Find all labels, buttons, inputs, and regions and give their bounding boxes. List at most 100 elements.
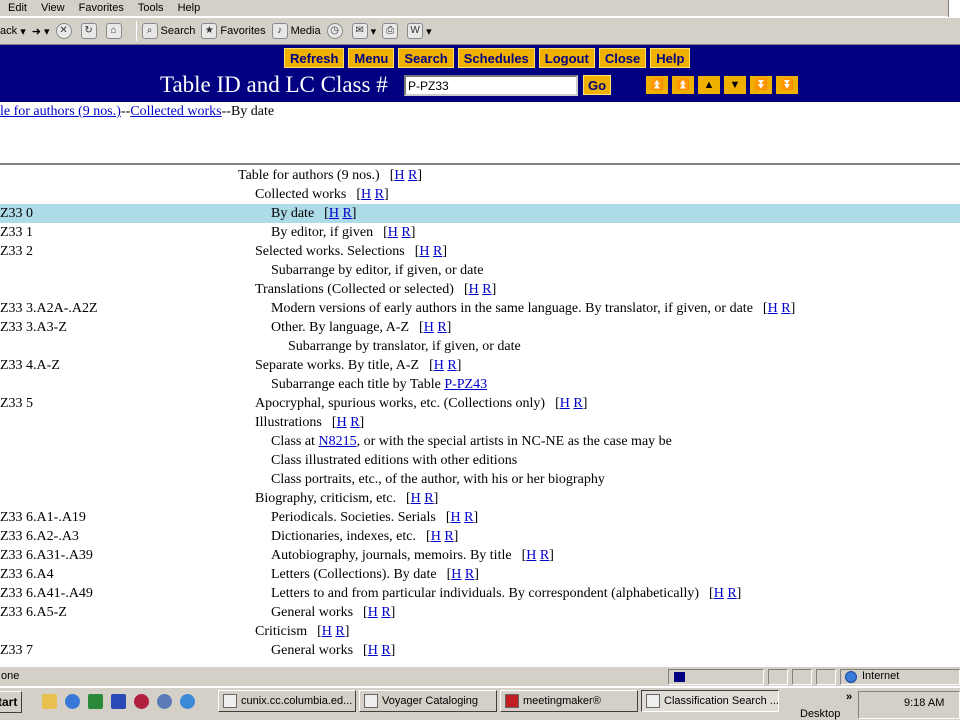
record-link[interactable]: R bbox=[464, 510, 473, 525]
word-icon[interactable] bbox=[111, 694, 126, 709]
back-dropdown-icon[interactable]: ▾ bbox=[20, 25, 26, 38]
menu-help[interactable]: Help bbox=[178, 2, 201, 14]
desktop-toolbar-label[interactable]: Desktop bbox=[800, 708, 840, 720]
menu-view[interactable]: View bbox=[41, 2, 65, 14]
table-row: Z33 6.A5-Z General works [H R] bbox=[0, 603, 960, 622]
hierarchy-link[interactable]: H bbox=[368, 605, 378, 620]
mail-button[interactable]: ✉ ▾ bbox=[351, 23, 377, 39]
record-link[interactable]: R bbox=[727, 586, 736, 601]
menu-nav-button[interactable]: Menu bbox=[348, 48, 395, 68]
table-row: Illustrations [H R] bbox=[0, 413, 960, 432]
page-down-icon[interactable]: ⏬ bbox=[750, 76, 772, 94]
hierarchy-link[interactable]: H bbox=[560, 396, 570, 411]
back-button[interactable]: ack ▾ bbox=[0, 25, 26, 38]
hierarchy-link[interactable]: H bbox=[768, 301, 778, 316]
record-link[interactable]: R bbox=[375, 187, 384, 202]
record-link[interactable]: R bbox=[401, 225, 410, 240]
record-link[interactable]: R bbox=[408, 168, 417, 183]
start-button[interactable]: tart bbox=[0, 691, 22, 713]
search-nav-button[interactable]: Search bbox=[398, 48, 454, 68]
hierarchy-link[interactable]: H bbox=[424, 320, 434, 335]
favorites-button[interactable]: ★ Favorites bbox=[201, 23, 266, 39]
hierarchy-link[interactable]: H bbox=[434, 358, 444, 373]
hierarchy-link[interactable]: H bbox=[714, 586, 724, 601]
logout-nav-button[interactable]: Logout bbox=[538, 48, 595, 68]
hierarchy-link[interactable]: H bbox=[451, 567, 461, 582]
hierarchy-link[interactable]: H bbox=[431, 529, 441, 544]
hierarchy-link[interactable]: H bbox=[337, 415, 347, 430]
hierarchy-link[interactable]: H bbox=[526, 548, 536, 563]
record-link[interactable]: R bbox=[465, 567, 474, 582]
record-link[interactable]: R bbox=[342, 206, 351, 221]
internet-explorer-icon[interactable] bbox=[65, 694, 80, 709]
task-voyager[interactable]: Voyager Cataloging bbox=[359, 690, 497, 712]
line-down-icon[interactable]: ▼ bbox=[724, 76, 746, 94]
hierarchy-link[interactable]: H bbox=[451, 510, 461, 525]
forward-button[interactable]: ➜ ▾ bbox=[32, 25, 50, 38]
toolbar-more-icon[interactable]: » bbox=[846, 691, 852, 703]
menu-edit[interactable]: Edit bbox=[8, 2, 27, 14]
history-button[interactable]: ◷ bbox=[326, 23, 346, 39]
app-icon[interactable] bbox=[134, 694, 149, 709]
go-button[interactable]: Go bbox=[583, 75, 611, 95]
caption-text: Modern versions of early authors in the … bbox=[271, 301, 753, 316]
task-meetingmaker[interactable]: meetingmaker® bbox=[500, 690, 638, 712]
record-link[interactable]: R bbox=[540, 548, 549, 563]
home-button[interactable]: ⌂ bbox=[105, 23, 125, 39]
record-link[interactable]: R bbox=[381, 643, 390, 658]
stop-button[interactable]: ✕ bbox=[55, 23, 75, 39]
app-icon[interactable] bbox=[157, 694, 172, 709]
hierarchy-link[interactable]: H bbox=[388, 225, 398, 240]
record-link[interactable]: R bbox=[482, 282, 491, 297]
hierarchy-link[interactable]: H bbox=[469, 282, 479, 297]
record-link[interactable]: R bbox=[573, 396, 582, 411]
caption-link[interactable]: P-PZ43 bbox=[444, 377, 487, 392]
media-button[interactable]: ♪ Media bbox=[271, 23, 321, 39]
caption-link[interactable]: N8215 bbox=[318, 434, 356, 449]
task-classification-search[interactable]: Classification Search ... bbox=[641, 690, 779, 712]
app-icon[interactable] bbox=[180, 694, 195, 709]
hierarchy-link[interactable]: H bbox=[368, 643, 378, 658]
hierarchy-link[interactable]: H bbox=[394, 168, 404, 183]
hierarchy-link[interactable]: H bbox=[361, 187, 371, 202]
hierarchy-link[interactable]: H bbox=[322, 624, 332, 639]
record-link[interactable]: R bbox=[381, 605, 390, 620]
help-nav-button[interactable]: Help bbox=[650, 48, 691, 68]
menu-tools[interactable]: Tools bbox=[138, 2, 164, 14]
hierarchy-link[interactable]: H bbox=[329, 206, 339, 221]
page-up-icon[interactable]: ⏫ bbox=[672, 76, 694, 94]
breadcrumb-link-collected[interactable]: Collected works bbox=[130, 104, 221, 119]
first-page-icon[interactable]: ⏫ bbox=[646, 76, 668, 94]
internet-zone-icon bbox=[845, 671, 857, 683]
browser-toolbar: ack ▾ ➜ ▾ ✕ ↻ ⌂ ⌕ Search ★ Favorites ♪ Medi… bbox=[0, 17, 960, 45]
task-cunix[interactable]: cunix.cc.columbia.ed... bbox=[218, 690, 356, 712]
search-button[interactable]: ⌕ Search bbox=[141, 23, 195, 39]
breadcrumb-link-table[interactable]: le for authors (9 nos.) bbox=[0, 104, 121, 119]
record-link[interactable]: R bbox=[447, 358, 456, 373]
excel-icon[interactable] bbox=[88, 694, 103, 709]
show-desktop-icon[interactable] bbox=[42, 694, 57, 709]
schedules-nav-button[interactable]: Schedules bbox=[457, 48, 535, 68]
record-link[interactable]: R bbox=[335, 624, 344, 639]
edit-button[interactable]: W ▾ bbox=[407, 23, 432, 39]
record-link[interactable]: R bbox=[444, 529, 453, 544]
menu-favorites[interactable]: Favorites bbox=[79, 2, 124, 14]
record-link[interactable]: R bbox=[433, 244, 442, 259]
hierarchy-link[interactable]: H bbox=[419, 244, 429, 259]
record-link[interactable]: R bbox=[424, 491, 433, 506]
last-page-icon[interactable]: ⏬ bbox=[776, 76, 798, 94]
hierarchy-link[interactable]: H bbox=[411, 491, 421, 506]
table-row: Collected works [H R] bbox=[0, 185, 960, 204]
forward-dropdown-icon[interactable]: ▾ bbox=[44, 25, 50, 38]
print-button[interactable]: ⎙ bbox=[382, 23, 401, 39]
mail-dropdown-icon[interactable]: ▾ bbox=[371, 25, 377, 38]
edit-dropdown-icon[interactable]: ▾ bbox=[426, 25, 432, 38]
line-up-icon[interactable]: ▲ bbox=[698, 76, 720, 94]
record-link[interactable]: R bbox=[781, 301, 790, 316]
close-nav-button[interactable]: Close bbox=[598, 48, 647, 68]
record-link[interactable]: R bbox=[437, 320, 446, 335]
class-number-input[interactable] bbox=[404, 75, 578, 96]
refresh-button[interactable]: ↻ bbox=[80, 23, 100, 39]
record-link[interactable]: R bbox=[350, 415, 359, 430]
refresh-nav-button[interactable]: Refresh bbox=[284, 48, 345, 68]
